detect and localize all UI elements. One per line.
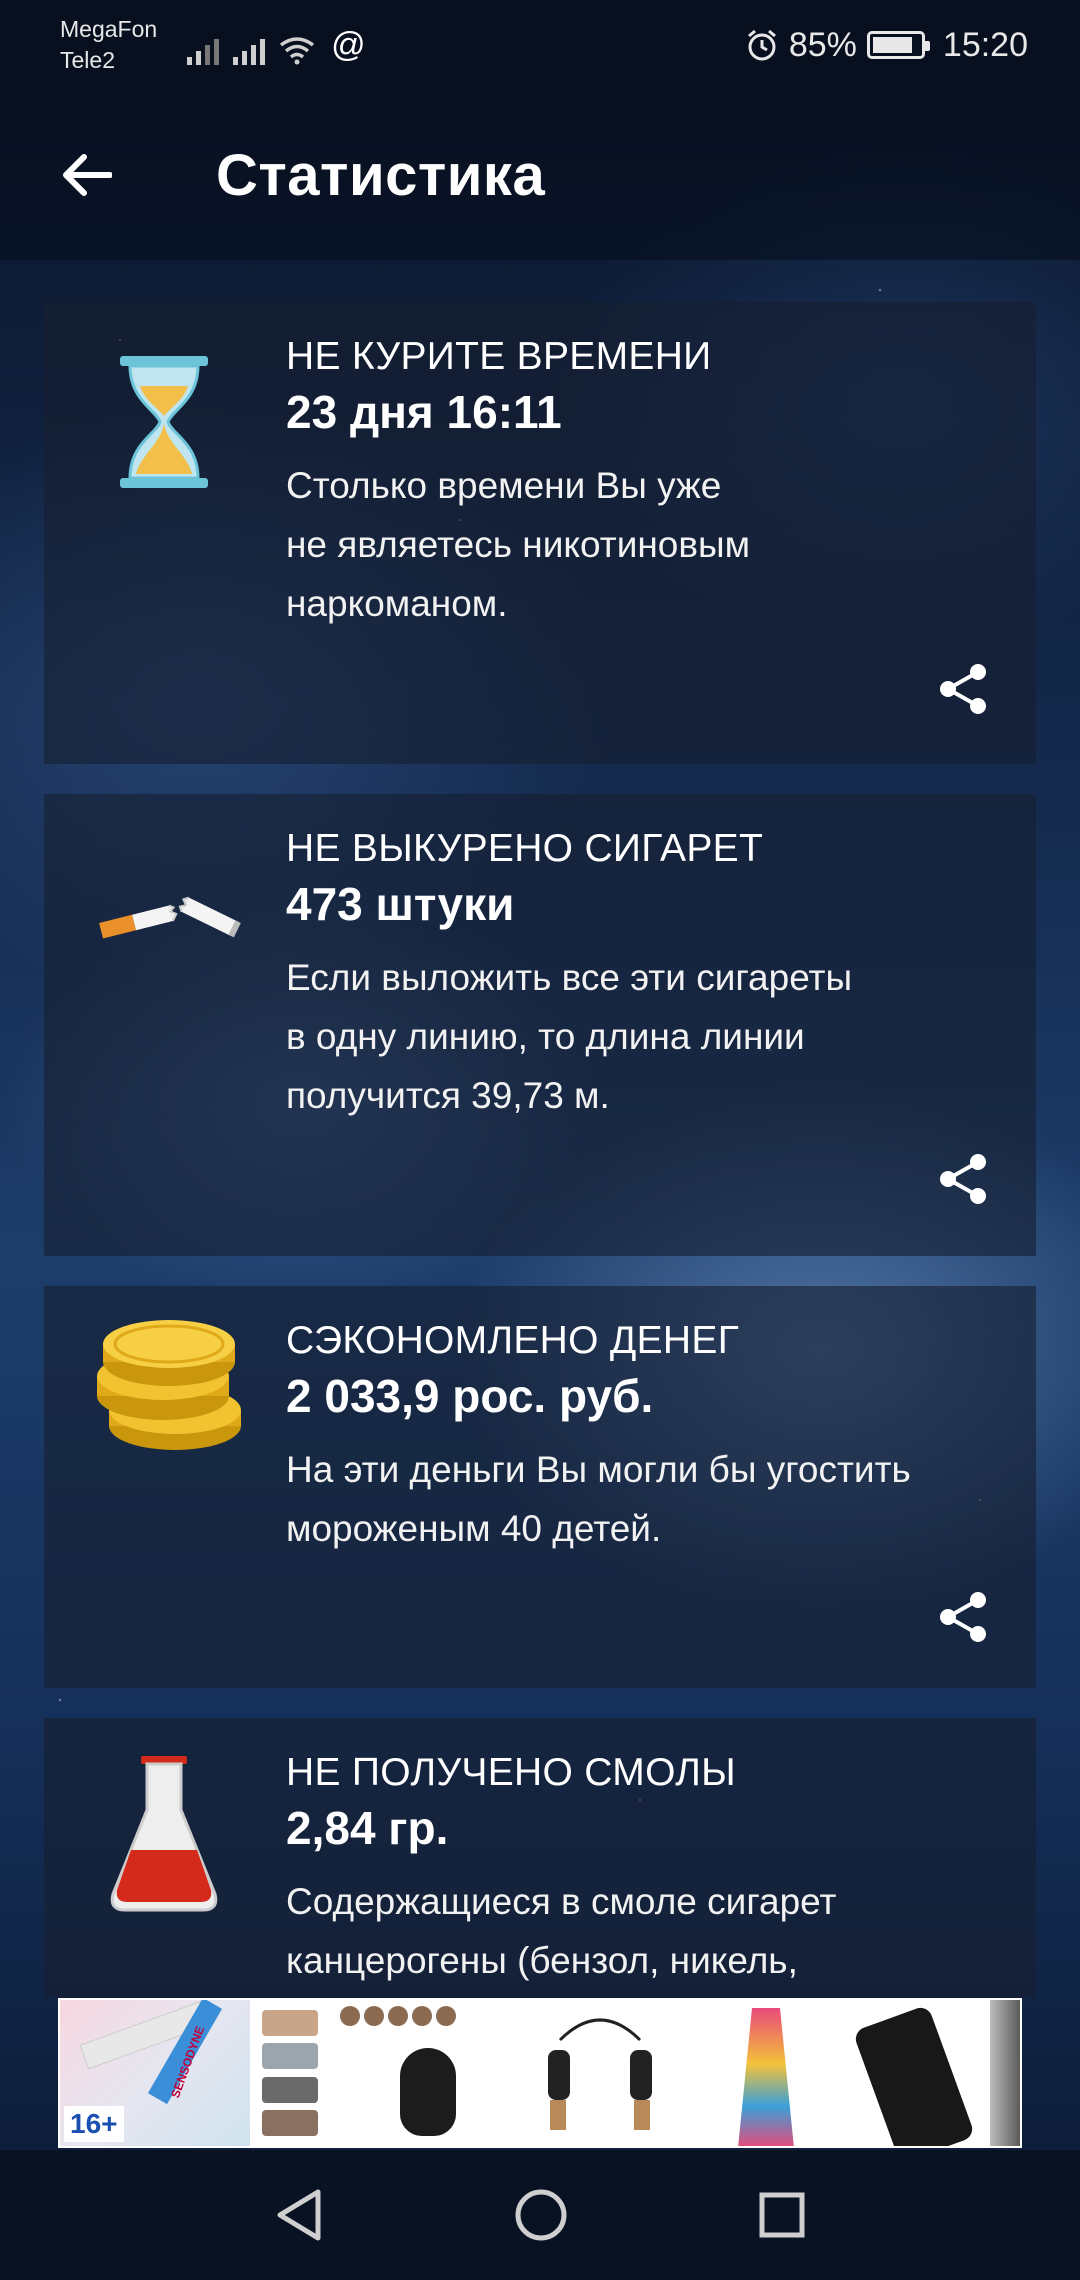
- broken-cigarette-icon: [86, 834, 256, 994]
- alarm-icon: [747, 29, 776, 61]
- carrier-1: MegaFon: [60, 16, 158, 42]
- at-icon: @: [331, 25, 366, 64]
- card-heading: НЕ ПОЛУЧЕНО СМОЛЫ: [286, 1751, 736, 1794]
- share-icon[interactable]: [936, 1590, 990, 1644]
- stat-card-time: НЕ КУРИТЕ ВРЕМЕНИ 23 дня 16:11 Столько в…: [44, 302, 1036, 764]
- card-value: 23 дня 16:11: [286, 386, 562, 438]
- ad-extra-image: [990, 2000, 1020, 2146]
- ad-earbud-image: [330, 2000, 520, 2146]
- card-heading: СЭКОНОМЛЕНО ДЕНЕГ: [286, 1319, 740, 1362]
- battery-percent: 85%: [788, 25, 857, 64]
- card-text: НЕ ПОЛУЧЕНО СМОЛЫ 2,84 гр. Содержащиеся …: [286, 1748, 1006, 1990]
- card-description: На эти деньги Вы могли бы угостить морож…: [286, 1449, 911, 1549]
- signal-icon: [233, 35, 266, 65]
- ad-toothpaste-image: SENSODYNE 16+: [60, 2000, 250, 2146]
- wifi-icon: [280, 36, 315, 64]
- ad-headphones-image: [520, 2000, 690, 2146]
- stat-card-money: СЭКОНОМЛЕНО ДЕНЕГ 2 033,9 рос. руб. На э…: [44, 1286, 1036, 1688]
- carrier-names: MegaFon Tele2: [60, 14, 157, 76]
- coins-icon: [84, 1306, 254, 1466]
- flask-icon: [84, 1754, 244, 1914]
- battery-icon: [866, 31, 930, 59]
- ad-banner[interactable]: SENSODYNE 16+: [58, 1998, 1022, 2148]
- hourglass-icon: [84, 342, 244, 502]
- card-text: СЭКОНОМЛЕНО ДЕНЕГ 2 033,9 рос. руб. На э…: [286, 1316, 1006, 1558]
- status-bar: MegaFon Tele2 @ 85% 15:20: [0, 0, 1080, 90]
- back-button[interactable]: [56, 145, 116, 205]
- card-value: 2 033,9 рос. руб.: [286, 1370, 654, 1422]
- card-text: НЕ КУРИТЕ ВРЕМЕНИ 23 дня 16:11 Столько в…: [286, 332, 1006, 633]
- card-text: НЕ ВЫКУРЕНО СИГАРЕТ 473 штуки Если вылож…: [286, 824, 1006, 1125]
- card-value: 2,84 гр.: [286, 1802, 449, 1854]
- share-icon[interactable]: [936, 1152, 990, 1206]
- page-title: Статистика: [216, 143, 546, 208]
- navigation-bar: [0, 2150, 1080, 2280]
- recents-square-icon[interactable]: [758, 2191, 806, 2239]
- stat-card-tar: НЕ ПОЛУЧЕНО СМОЛЫ 2,84 гр. Содержащиеся …: [44, 1718, 1036, 1998]
- stat-card-cigarettes: НЕ ВЫКУРЕНО СИГАРЕТ 473 штуки Если вылож…: [44, 794, 1036, 1256]
- clock: 15:20: [942, 25, 1028, 64]
- card-heading: НЕ ВЫКУРЕНО СИГАРЕТ: [286, 827, 764, 870]
- card-description: Столько времени Вы уже не являетесь нико…: [286, 465, 751, 624]
- share-icon[interactable]: [936, 662, 990, 716]
- home-circle-icon[interactable]: [514, 2188, 568, 2242]
- card-heading: НЕ КУРИТЕ ВРЕМЕНИ: [286, 335, 712, 378]
- card-value: 473 штуки: [286, 878, 515, 930]
- signal-group: @: [187, 26, 366, 65]
- age-rating-badge: 16+: [64, 2106, 124, 2142]
- ad-phone-case-image: [840, 2000, 990, 2146]
- app-bar: Статистика: [0, 90, 1080, 260]
- signal-icon: [187, 35, 220, 65]
- arrow-left-icon: [63, 154, 112, 196]
- card-description: Если выложить все эти сигареты в одну ли…: [286, 957, 853, 1116]
- ad-thumbnails: [250, 2000, 330, 2146]
- back-triangle-icon[interactable]: [274, 2188, 324, 2242]
- ad-dress-image: [690, 2000, 840, 2146]
- card-description: Содержащиеся в смоле сигарет канцерогены…: [286, 1881, 837, 1981]
- carrier-2: Tele2: [60, 47, 115, 73]
